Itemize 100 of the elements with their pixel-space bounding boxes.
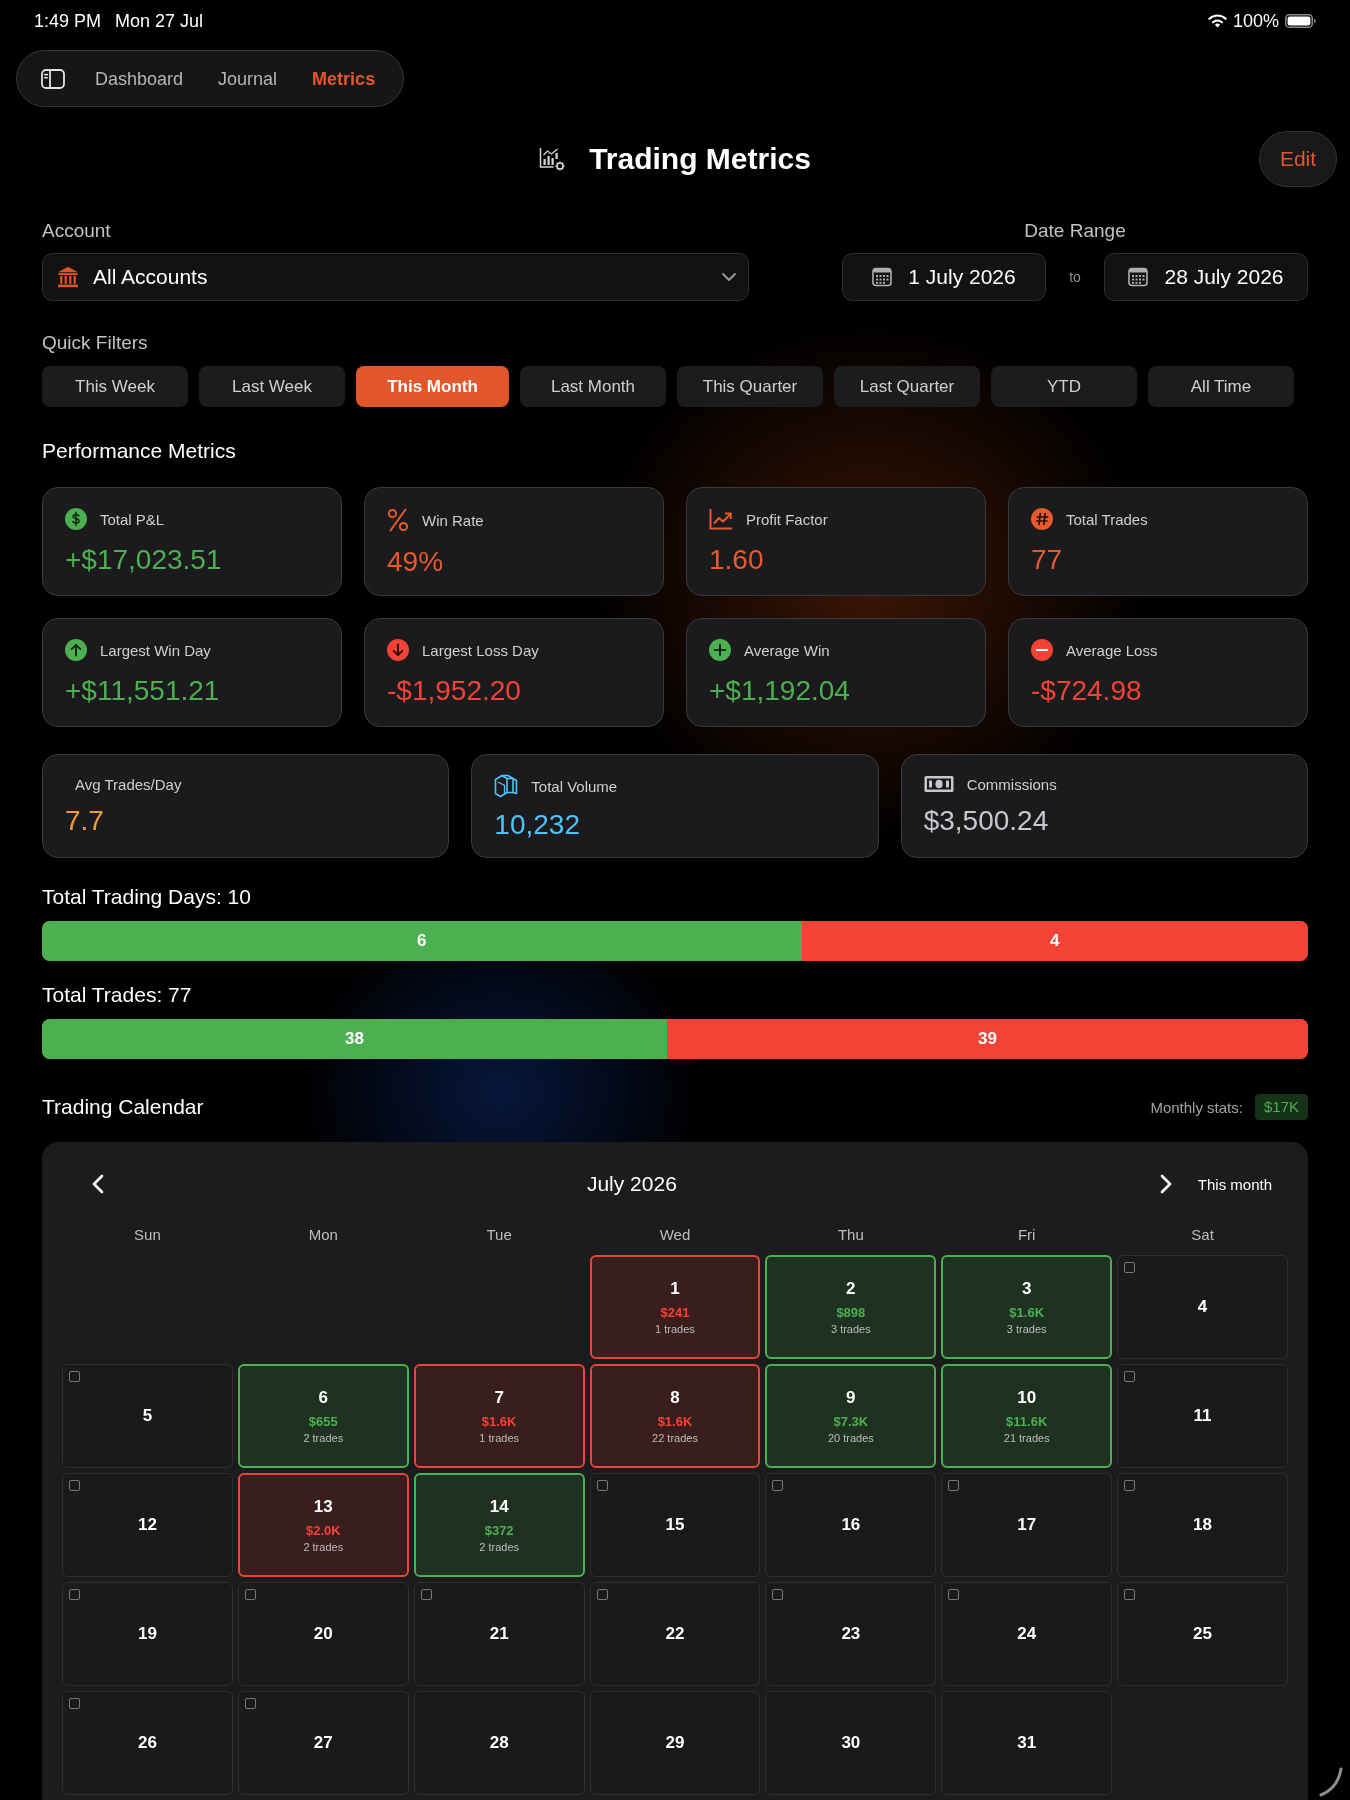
day-number: 14: [489, 1496, 509, 1518]
day-checkbox[interactable]: [596, 1589, 608, 1600]
calendar-day-cell[interactable]: 13 $2.0K 2 trades: [237, 1473, 409, 1577]
day-checkbox[interactable]: [69, 1589, 80, 1600]
resize-handle-icon[interactable]: [1319, 1767, 1343, 1797]
calendar-day-cell[interactable]: 6 $655 2 trades: [237, 1364, 409, 1468]
bank-icon: [57, 266, 79, 288]
calendar-day-cell[interactable]: 12: [62, 1473, 233, 1577]
calendar-day-cell[interactable]: 7 $1.6K 1 trades: [413, 1364, 585, 1468]
day-checkbox[interactable]: [948, 1480, 960, 1491]
quick-filter-button[interactable]: YTD: [991, 366, 1137, 407]
day-trade-count: 21 trades: [1003, 1432, 1050, 1445]
day-number: 6: [318, 1387, 328, 1409]
calendar-day-cell[interactable]: 15: [589, 1473, 761, 1577]
day-number: 7: [494, 1387, 504, 1409]
day-pnl: $1.6K: [657, 1414, 693, 1429]
metric-label: Profit Factor: [746, 510, 828, 528]
day-trade-count: 2 trades: [303, 1432, 344, 1445]
day-number: 11: [1193, 1405, 1212, 1427]
day-number: 25: [1193, 1623, 1213, 1645]
day-number: 9: [846, 1387, 856, 1409]
chevron-left-icon[interactable]: [92, 1174, 104, 1194]
metric-value: 1.60: [709, 544, 765, 576]
day-checkbox[interactable]: [1124, 1371, 1136, 1382]
this-month-button[interactable]: This month: [1197, 1175, 1272, 1193]
day-checkbox[interactable]: [244, 1589, 256, 1600]
calendar-day-cell[interactable]: 14 $372 2 trades: [413, 1473, 585, 1577]
quick-filter-button[interactable]: Last Quarter: [834, 366, 980, 407]
calendar-day-cell[interactable]: 10 $11.6K 21 trades: [941, 1364, 1113, 1468]
calendar-day-cell[interactable]: 24: [941, 1582, 1113, 1686]
calendar-day-cell[interactable]: 29: [589, 1691, 761, 1795]
calendar-day-cell[interactable]: 31: [941, 1691, 1113, 1795]
calendar-day-cell[interactable]: 16: [765, 1473, 937, 1577]
calendar-day-cell[interactable]: 11: [1117, 1364, 1288, 1468]
calendar-day-cell[interactable]: 22: [589, 1582, 761, 1686]
day-number: 22: [665, 1623, 685, 1645]
quick-filter-button[interactable]: This Quarter: [677, 366, 823, 407]
quick-filter-button[interactable]: Last Month: [520, 366, 666, 407]
day-checkbox[interactable]: [948, 1589, 960, 1600]
day-pnl: $372: [484, 1523, 514, 1538]
calendar-day-cell[interactable]: 30: [765, 1691, 937, 1795]
calendar-day-cell[interactable]: 5: [62, 1364, 233, 1468]
trend-chart-icon: [709, 508, 733, 530]
date-picker-button[interactable]: 28 July 2026: [1104, 253, 1308, 301]
account-dropdown[interactable]: All Accounts: [42, 253, 749, 301]
bar-title: Total Trades: 77: [42, 983, 192, 1007]
metric-label: Average Loss: [1066, 641, 1158, 659]
calendar-day-cell[interactable]: 28: [413, 1691, 585, 1795]
edit-button[interactable]: Edit: [1259, 131, 1337, 187]
calendar-day-cell[interactable]: 8 $1.6K 22 trades: [589, 1364, 761, 1468]
day-checkbox[interactable]: [1124, 1262, 1136, 1273]
day-checkbox[interactable]: [69, 1480, 80, 1491]
nav-tab[interactable]: Journal: [218, 67, 278, 90]
day-trade-count: 1 trades: [479, 1432, 519, 1445]
monthly-pnl-badge: $17K: [1254, 1094, 1308, 1120]
calendar-day-cell[interactable]: 9 $7.3K 20 trades: [765, 1364, 937, 1468]
percent-icon: [387, 508, 409, 532]
status-time: 1:49 PM: [34, 10, 102, 32]
plus-icon: [709, 639, 731, 661]
calendar-day-cell[interactable]: 26: [62, 1691, 233, 1795]
section-label: Quick Filters: [42, 332, 148, 354]
cube-icon: [494, 774, 519, 798]
day-number: 5: [142, 1405, 153, 1427]
day-number: 27: [313, 1732, 333, 1754]
day-checkbox[interactable]: [1124, 1480, 1136, 1491]
nav-tab[interactable]: Dashboard: [95, 67, 184, 90]
quick-filter-button[interactable]: Last Week: [199, 366, 345, 407]
win-segment: 38: [42, 1019, 667, 1059]
chevron-down-icon: [722, 273, 736, 281]
day-checkbox[interactable]: [772, 1480, 784, 1491]
date-picker-button[interactable]: 1 July 2026: [842, 253, 1046, 301]
calendar-day-cell[interactable]: 1 $241 1 trades: [589, 1255, 761, 1359]
day-checkbox[interactable]: [244, 1698, 256, 1709]
calendar-day-cell[interactable]: 17: [941, 1473, 1113, 1577]
minus-icon: [1031, 639, 1053, 661]
status-date: Mon 27 Jul: [115, 10, 204, 32]
calendar-day-cell[interactable]: 2 $898 3 trades: [765, 1255, 937, 1359]
calendar-day-cell[interactable]: 4: [1117, 1255, 1288, 1359]
calendar-day-cell[interactable]: 19: [62, 1582, 233, 1686]
sidebar-toggle-icon[interactable]: [41, 68, 65, 89]
day-checkbox[interactable]: [596, 1480, 608, 1491]
day-checkbox[interactable]: [69, 1698, 80, 1709]
nav-tab[interactable]: Metrics: [312, 67, 376, 90]
calendar-day-cell[interactable]: 3 $1.6K 3 trades: [941, 1255, 1113, 1359]
quick-filter-button[interactable]: All Time: [1148, 366, 1294, 407]
calendar-day-cell[interactable]: 23: [765, 1582, 937, 1686]
day-checkbox[interactable]: [772, 1589, 784, 1600]
quick-filter-button[interactable]: This Month: [356, 366, 509, 407]
calendar-day-cell[interactable]: 27: [237, 1691, 409, 1795]
calendar-day-cell[interactable]: 20: [237, 1582, 409, 1686]
day-trade-count: 1 trades: [655, 1323, 695, 1336]
calendar-day-cell[interactable]: 21: [413, 1582, 585, 1686]
day-checkbox[interactable]: [1124, 1589, 1136, 1600]
day-number: 21: [489, 1623, 509, 1645]
calendar-day-cell[interactable]: 18: [1117, 1473, 1288, 1577]
calendar-day-cell[interactable]: 25: [1117, 1582, 1288, 1686]
quick-filter-button[interactable]: This Week: [42, 366, 188, 407]
day-checkbox[interactable]: [420, 1589, 432, 1600]
day-checkbox[interactable]: [69, 1371, 80, 1382]
chevron-right-icon[interactable]: [1159, 1174, 1172, 1194]
